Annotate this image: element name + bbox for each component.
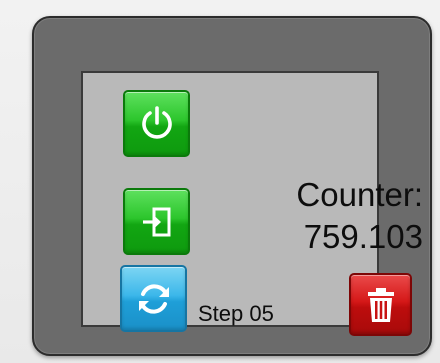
login-icon bbox=[142, 207, 170, 236]
power-icon bbox=[141, 105, 172, 139]
hmi-screen: Counter: 759.103 Step 05 bbox=[81, 71, 423, 336]
delete-button[interactable] bbox=[349, 273, 412, 336]
trash-icon bbox=[367, 287, 394, 322]
login-button[interactable] bbox=[123, 188, 190, 255]
device-bezel: Counter: 759.103 Step 05 bbox=[32, 16, 432, 356]
counter-value: 759.103 bbox=[303, 218, 423, 255]
page-background: Counter: 759.103 Step 05 bbox=[0, 0, 440, 363]
counter-label: Counter: bbox=[296, 176, 423, 213]
power-button[interactable] bbox=[123, 90, 190, 157]
refresh-icon bbox=[138, 283, 169, 314]
step-label: Step 05 bbox=[198, 301, 274, 326]
refresh-button[interactable] bbox=[120, 265, 187, 332]
